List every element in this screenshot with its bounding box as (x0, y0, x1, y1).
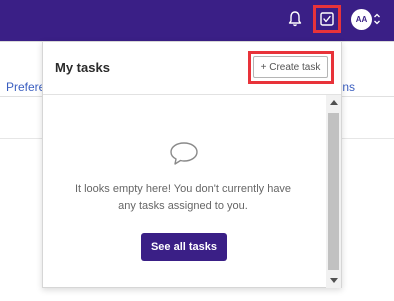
chevron-up-down-icon[interactable] (373, 11, 381, 27)
scroll-down-arrow-icon[interactable] (330, 278, 338, 283)
task-checkbox-icon (320, 12, 334, 26)
top-navigation-bar: AA (0, 0, 394, 41)
tasks-empty-state: It looks empty here! You don't currently… (43, 95, 341, 287)
my-tasks-button[interactable] (313, 5, 341, 33)
see-all-tasks-button[interactable]: See all tasks (141, 233, 227, 261)
panel-scrollbar[interactable] (326, 95, 341, 288)
bell-icon[interactable] (287, 10, 303, 28)
speech-bubble-icon (170, 142, 198, 165)
my-tasks-dropdown: My tasks + Create task It looks empty he… (42, 41, 342, 288)
preferences-link-partial[interactable]: Prefere (6, 80, 42, 94)
create-task-button[interactable]: + Create task (253, 56, 328, 78)
background-link-partial[interactable]: ns (341, 80, 355, 94)
scrollbar-thumb[interactable] (328, 113, 339, 270)
user-avatar[interactable]: AA (351, 9, 372, 30)
panel-title: My tasks (55, 60, 110, 75)
empty-state-message: It looks empty here! You don't currently… (74, 183, 292, 212)
scroll-up-arrow-icon[interactable] (330, 100, 338, 105)
